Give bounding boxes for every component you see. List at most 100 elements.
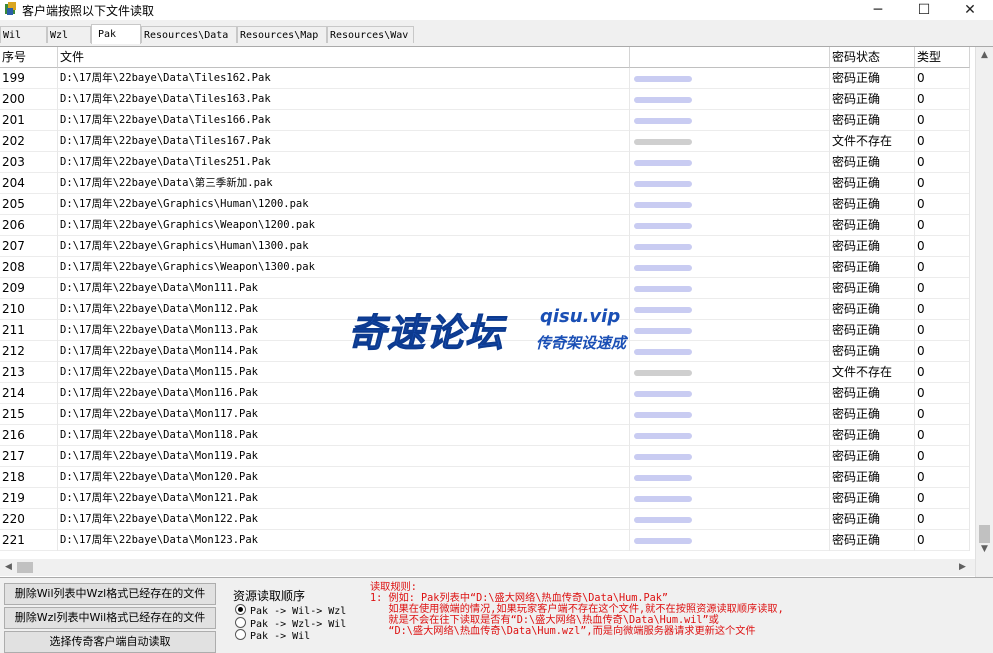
cell-blurred [630,341,830,362]
cell-index: 204 [0,173,58,194]
table-row[interactable]: 204 D:\17周年\22baye\Data\第三季新加.pak 密码正确 0 [0,173,970,194]
read-order-title: 资源读取顺序 [233,589,306,603]
radio-icon[interactable] [235,617,246,628]
blurred-value [634,139,692,145]
cell-file: D:\17周年\22baye\Data\Mon119.Pak [58,446,630,467]
cell-blurred [630,320,830,341]
blurred-value [634,244,692,250]
read-order-option-1[interactable]: Pak -> Wil-> Wzl [235,604,346,617]
blurred-value [634,496,692,502]
cell-type: 0 [915,110,970,131]
cell-type: 0 [915,488,970,509]
table-row[interactable]: 214 D:\17周年\22baye\Data\Mon116.Pak 密码正确 0 [0,383,970,404]
column-header-index[interactable]: 序号 [0,47,58,68]
radio-selected-icon[interactable] [235,604,246,615]
cell-password-status: 密码正确 [830,278,915,299]
cell-type: 0 [915,89,970,110]
table-row[interactable]: 199 D:\17周年\22baye\Data\Tiles162.Pak 密码正确 0 [0,68,970,89]
cell-blurred [630,530,830,551]
cell-type: 0 [915,236,970,257]
cell-type: 0 [915,299,970,320]
table-row[interactable]: 206 D:\17周年\22baye\Graphics\Weapon\1200.p… [0,215,970,236]
table-row[interactable]: 220 D:\17周年\22baye\Data\Mon122.Pak 密码正确 0 [0,509,970,530]
read-order-option-1-label: Pak -> Wil-> Wzl [250,606,347,617]
cell-index: 215 [0,404,58,425]
table-row[interactable]: 207 D:\17周年\22baye\Graphics\Human\1300.pa… [0,236,970,257]
radio-icon[interactable] [235,629,246,640]
auto-read-client-button[interactable]: 选择传奇客户端自动读取 [4,631,216,653]
cell-file: D:\17周年\22baye\Data\Mon117.Pak [58,404,630,425]
table-row[interactable]: 213 D:\17周年\22baye\Data\Mon115.Pak 文件不存在 0 [0,362,970,383]
table-row[interactable]: 203 D:\17周年\22baye\Data\Tiles251.Pak 密码正确 0 [0,152,970,173]
scroll-right-arrow-icon[interactable]: ▶ [954,559,971,575]
vertical-scrollbar[interactable]: ▲ ▼ [975,47,993,577]
maximize-button[interactable]: ☐ [901,0,947,20]
cell-index: 221 [0,530,58,551]
cell-password-status: 密码正确 [830,320,915,341]
cell-blurred [630,362,830,383]
rules-line-1: 1: 例如: Pak列表中“D:\盛大网络\热血传奇\Data\Hum.Pak” [370,593,669,604]
table-row[interactable]: 208 D:\17周年\22baye\Graphics\Weapon\1300.p… [0,257,970,278]
blurred-value [634,433,692,439]
cell-password-status: 密码正确 [830,215,915,236]
table-row[interactable]: 205 D:\17周年\22baye\Graphics\Human\1200.pa… [0,194,970,215]
cell-blurred [630,278,830,299]
cell-blurred [630,236,830,257]
table-row[interactable]: 218 D:\17周年\22baye\Data\Mon120.Pak 密码正确 0 [0,467,970,488]
cell-blurred [630,383,830,404]
table-row[interactable]: 217 D:\17周年\22baye\Data\Mon119.Pak 密码正确 0 [0,446,970,467]
tab-resources-map[interactable]: Resources\Map [237,26,327,43]
cell-index: 203 [0,152,58,173]
column-header-password-status[interactable]: 密码状态 [830,47,915,68]
column-header-blurred[interactable] [630,47,830,68]
tab-pak[interactable]: Pak [91,24,141,44]
column-header-type[interactable]: 类型 [915,47,970,68]
table-row[interactable]: 209 D:\17周年\22baye\Data\Mon111.Pak 密码正确 0 [0,278,970,299]
cell-index: 209 [0,278,58,299]
cell-file: D:\17周年\22baye\Data\Mon118.Pak [58,425,630,446]
column-header-file[interactable]: 文件 [58,47,630,68]
blurred-value [634,202,692,208]
cell-blurred [630,131,830,152]
app-icon [5,2,16,15]
cell-type: 0 [915,131,970,152]
cell-index: 210 [0,299,58,320]
cell-type: 0 [915,215,970,236]
table-row[interactable]: 202 D:\17周年\22baye\Data\Tiles167.Pak 文件不存在… [0,131,970,152]
cell-password-status: 密码正确 [830,467,915,488]
minimize-button[interactable]: ─ [855,0,901,20]
table-row[interactable]: 215 D:\17周年\22baye\Data\Mon117.Pak 密码正确 0 [0,404,970,425]
tab-wzl[interactable]: Wzl [47,26,91,43]
tab-resources-wav[interactable]: Resources\Wav [327,26,414,43]
cell-file: D:\17周年\22baye\Graphics\Weapon\1300.pak [58,257,630,278]
cell-type: 0 [915,152,970,173]
table-row[interactable]: 221 D:\17周年\22baye\Data\Mon123.Pak 密码正确 0 [0,530,970,551]
scroll-down-arrow-icon[interactable]: ▼ [976,541,993,557]
delete-wzl-duplicates-button[interactable]: 删除Wzl列表中Wil格式已经存在的文件 [4,607,216,629]
table-row[interactable]: 200 D:\17周年\22baye\Data\Tiles163.Pak 密码正确 0 [0,89,970,110]
table-row[interactable]: 201 D:\17周年\22baye\Data\Tiles166.Pak 密码正确 0 [0,110,970,131]
cell-blurred [630,404,830,425]
blurred-value [634,391,692,397]
rules-line-4: “D:\盛大网络\热血传奇\Data\Hum.wzl”,而是向微端服务器请求更新… [370,626,756,637]
read-order-option-3[interactable]: Pak -> Wil [235,629,310,642]
tab-wil[interactable]: Wil [0,26,47,43]
cell-password-status: 密码正确 [830,89,915,110]
cell-index: 206 [0,215,58,236]
cell-password-status: 密码正确 [830,68,915,89]
scroll-left-arrow-icon[interactable]: ◀ [0,559,17,575]
table-row[interactable]: 216 D:\17周年\22baye\Data\Mon118.Pak 密码正确 0 [0,425,970,446]
tab-resources-data[interactable]: Resources\Data [141,26,237,43]
close-button[interactable]: ✕ [947,0,993,20]
horizontal-scroll-thumb[interactable] [17,562,33,573]
table-row[interactable]: 219 D:\17周年\22baye\Data\Mon121.Pak 密码正确 0 [0,488,970,509]
tab-strip: Wil Wzl Pak Resources\Data Resources\Map… [0,24,993,44]
horizontal-scrollbar[interactable]: ◀ ▶ [0,559,975,576]
cell-blurred [630,173,830,194]
cell-file: D:\17周年\22baye\Data\Mon111.Pak [58,278,630,299]
cell-password-status: 密码正确 [830,404,915,425]
scroll-up-arrow-icon[interactable]: ▲ [976,47,993,63]
delete-wil-duplicates-button[interactable]: 删除Wil列表中Wzl格式已经存在的文件 [4,583,216,605]
cell-file: D:\17周年\22baye\Data\Mon121.Pak [58,488,630,509]
window-title: 客户端按照以下文件读取 [22,4,155,18]
